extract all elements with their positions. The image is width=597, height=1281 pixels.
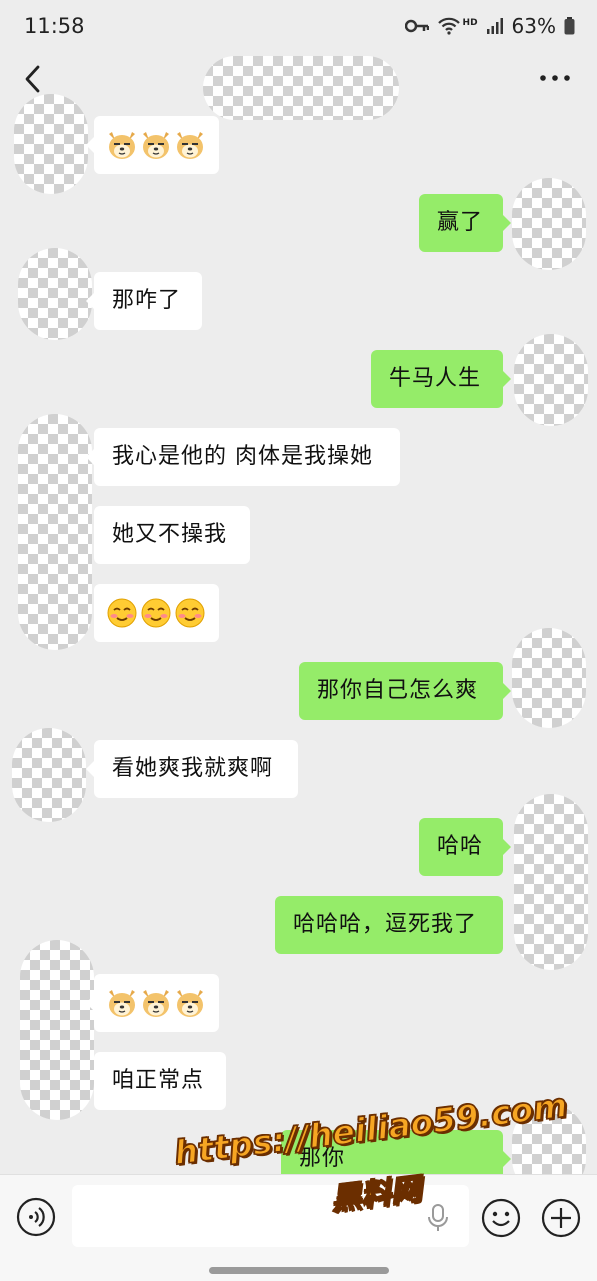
emoji-row	[106, 584, 207, 642]
back-button[interactable]	[18, 62, 48, 96]
avatar[interactable]	[512, 178, 586, 270]
avatar[interactable]	[12, 728, 86, 822]
message-bubble-incoming[interactable]: 咱正常点	[94, 1052, 226, 1110]
message-bubble-outgoing[interactable]: 哈哈哈，逗死我了	[275, 896, 503, 954]
message-bubble-incoming[interactable]: 那咋了	[86, 272, 202, 330]
hd-badge: HD	[462, 18, 478, 28]
message-bubble-outgoing[interactable]: 哈哈	[419, 818, 511, 876]
avatar[interactable]	[514, 334, 588, 426]
signal-icon	[486, 17, 504, 35]
blushing-smile-emoji-icon	[106, 597, 138, 629]
doge-emoji-icon	[106, 130, 138, 160]
voice-button[interactable]	[16, 1197, 56, 1237]
ellipsis-icon	[540, 75, 570, 81]
doge-emoji-icon	[174, 130, 206, 160]
avatar[interactable]	[512, 628, 586, 728]
message-bubble-outgoing[interactable]: 牛马人生	[371, 350, 511, 408]
message-bubble-incoming[interactable]: 她又不操我	[94, 506, 250, 564]
avatar[interactable]	[18, 248, 92, 340]
doge-emoji-icon	[174, 988, 206, 1018]
emoji-row	[106, 116, 207, 174]
message-bubble-incoming[interactable]	[94, 584, 219, 642]
doge-emoji-icon	[106, 988, 138, 1018]
message-bubble-outgoing[interactable]: 那你自己怎么爽	[299, 662, 511, 720]
chat-header	[0, 54, 597, 120]
status-bar: 11:58 HD 63%	[0, 0, 597, 54]
chat-title-redacted	[203, 56, 399, 120]
avatar[interactable]	[18, 414, 92, 650]
avatar[interactable]	[20, 940, 94, 1120]
message-bubble-incoming[interactable]: 看她爽我就爽啊	[86, 740, 298, 798]
avatar[interactable]	[14, 94, 88, 194]
home-indicator[interactable]	[209, 1267, 389, 1274]
voice-icon	[16, 1197, 56, 1237]
wifi-icon	[437, 16, 461, 36]
watermark-name: 黑料网	[328, 1171, 423, 1218]
status-time: 11:58	[24, 14, 85, 38]
key-icon	[404, 19, 429, 33]
blushing-smile-emoji-icon	[140, 597, 172, 629]
message-bubble-incoming[interactable]: 我心是他的 肉体是我操她	[86, 428, 400, 486]
message-bubble-incoming[interactable]	[86, 974, 219, 1032]
doge-emoji-icon	[140, 130, 172, 160]
battery-percent: 63%	[511, 14, 556, 38]
message-bubble-outgoing[interactable]: 赢了	[419, 194, 511, 252]
watermark-url: https://heiliao59.com	[171, 1085, 570, 1174]
status-icons: HD 63%	[404, 14, 575, 38]
chevron-left-icon	[25, 65, 40, 93]
emoji-row	[106, 974, 207, 1032]
blushing-smile-emoji-icon	[174, 597, 206, 629]
doge-emoji-icon	[140, 988, 172, 1018]
battery-icon	[564, 17, 575, 35]
message-bubble-incoming[interactable]	[86, 116, 219, 174]
avatar[interactable]	[514, 794, 588, 970]
more-button[interactable]	[539, 68, 571, 88]
